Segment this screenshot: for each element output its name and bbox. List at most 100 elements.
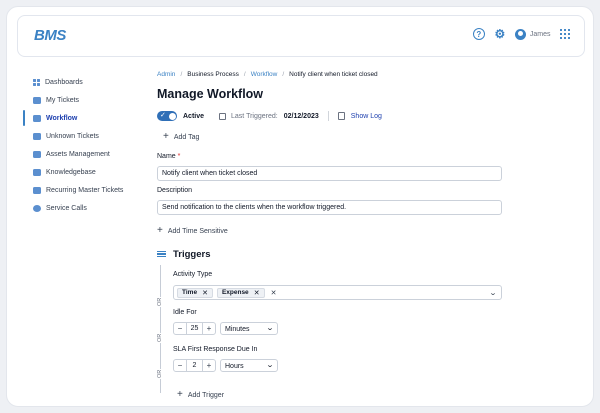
triggers-title: Triggers [173, 248, 211, 260]
breadcrumb-business-process[interactable]: Business Process [187, 71, 239, 78]
recurring-icon [33, 186, 41, 194]
sla-first-response-unit-select[interactable]: Hours ⌄ [220, 359, 278, 372]
activity-type-label: Activity Type [173, 271, 213, 278]
idle-for-unit-select[interactable]: Minutes ⌄ [220, 322, 278, 335]
add-time-sensitive-button[interactable]: + Add Time Sensitive [157, 225, 502, 237]
chip-label: Expense [221, 289, 249, 296]
app-logo[interactable]: BMS [34, 27, 66, 44]
chip-expense: Expense ✕ [216, 287, 265, 298]
workflow-status-row: ✓ Active Last Triggered: 02/12/2023 Show… [157, 110, 502, 122]
add-time-sensitive-label: Add Time Sensitive [167, 227, 228, 235]
sidebar-item-knowledgebase[interactable]: Knowledgebase [23, 163, 133, 181]
add-tag-button[interactable]: + Add Tag [163, 131, 502, 143]
avatar [514, 28, 526, 40]
plus-icon: + [157, 225, 163, 236]
sidebar-item-recurring-master-tickets[interactable]: Recurring Master Tickets [23, 181, 133, 199]
service-call-icon [33, 204, 41, 212]
sidebar-item-label: Unknown Tickets [46, 132, 99, 140]
idle-for-label: Idle For [173, 309, 197, 316]
ticket-icon [33, 96, 41, 104]
sidebar-item-label: Dashboards [45, 78, 83, 86]
help-icon[interactable]: ? [472, 28, 485, 40]
settings-gear-icon[interactable]: ⚙ [494, 27, 506, 41]
sidebar-item-label: Assets Management [46, 150, 110, 158]
sidebar-item-unknown-tickets[interactable]: Unknown Tickets [23, 127, 133, 145]
workflow-icon [33, 114, 41, 122]
unknown-ticket-icon [33, 132, 41, 140]
plus-icon: + [177, 389, 183, 400]
activity-type-multiselect[interactable]: Time ✕ Expense ✕ ✕ ⌄ [173, 285, 502, 300]
assets-icon [33, 150, 41, 158]
sidebar-item-label: My Tickets [46, 96, 80, 104]
clear-selection-icon[interactable]: ✕ [271, 289, 277, 297]
sla-first-response-value[interactable]: 2 [186, 360, 203, 371]
chevron-down-icon: ⌄ [265, 362, 275, 369]
chip-time: Time ✕ [177, 287, 213, 298]
log-icon [337, 112, 345, 120]
sidebar-item-label: Service Calls [46, 204, 87, 212]
active-toggle[interactable]: ✓ [157, 111, 177, 121]
idle-for-value[interactable]: 25 [186, 323, 203, 334]
calendar-icon [219, 112, 227, 120]
divider [327, 111, 329, 121]
sla-first-response-stepper: − 2 + [173, 359, 216, 372]
active-label: Active [183, 112, 205, 120]
plus-icon: + [163, 131, 169, 142]
app-window: BMS ? ⚙ James Dashboards My Tickets Work… [6, 6, 594, 407]
sidebar-nav: Dashboards My Tickets Workflow Unknown T… [23, 73, 133, 217]
book-icon [33, 168, 41, 176]
description-field[interactable]: Send notification to the clients when th… [157, 200, 502, 215]
chevron-down-icon[interactable]: ⌄ [489, 289, 497, 297]
breadcrumb: Admin / Business Process / Workflow / No… [157, 69, 502, 79]
add-tag-label: Add Tag [173, 133, 200, 141]
sidebar-item-label: Knowledgebase [46, 168, 96, 176]
top-header: BMS ? ⚙ James [17, 15, 585, 57]
show-log-link[interactable]: Show Log [351, 113, 382, 120]
sidebar-item-workflow[interactable]: Workflow [23, 109, 133, 127]
dashboard-icon [33, 78, 40, 86]
increment-button[interactable]: + [203, 361, 215, 370]
sidebar-item-service-calls[interactable]: Service Calls [23, 199, 133, 217]
triggers-list: OR OR OR Activity Type Time ✕ Expense ✕ … [157, 265, 502, 400]
page-title: Manage Workflow [157, 87, 264, 101]
description-label: Description [157, 187, 193, 194]
remove-chip-icon[interactable]: ✕ [254, 289, 260, 297]
decrement-button[interactable]: − [174, 324, 186, 333]
breadcrumb-separator: / [243, 70, 246, 78]
sidebar-item-dashboards[interactable]: Dashboards [23, 73, 133, 91]
or-label: OR [157, 297, 164, 307]
breadcrumb-separator: / [282, 70, 285, 78]
chip-label: Time [182, 289, 198, 296]
triggers-header: Triggers [157, 248, 502, 260]
breadcrumb-workflow[interactable]: Workflow [251, 71, 278, 78]
add-trigger-button[interactable]: + Add Trigger [177, 390, 224, 400]
name-field[interactable]: Notify client when ticket closed [157, 166, 502, 181]
user-menu[interactable]: James [514, 28, 551, 40]
increment-button[interactable]: + [203, 324, 215, 333]
apps-grid-icon[interactable] [559, 28, 570, 40]
breadcrumb-separator: / [180, 70, 183, 78]
decrement-button[interactable]: − [174, 361, 186, 370]
toggle-check-icon: ✓ [160, 112, 166, 119]
add-trigger-label: Add Trigger [187, 391, 225, 399]
sidebar-item-label: Recurring Master Tickets [46, 186, 124, 194]
user-name: James [529, 30, 551, 38]
idle-for-stepper: − 25 + [173, 322, 216, 335]
main-content: Admin / Business Process / Workflow / No… [157, 69, 502, 400]
select-value: Hours [225, 362, 244, 370]
sidebar-item-label: Workflow [46, 114, 78, 122]
breadcrumb-admin[interactable]: Admin [157, 71, 175, 78]
last-triggered-label: Last Triggered: [231, 112, 278, 120]
header-actions: ? ⚙ James [472, 27, 570, 41]
remove-chip-icon[interactable]: ✕ [202, 289, 208, 297]
or-label: OR [157, 369, 164, 379]
last-triggered-value: 02/12/2023 [283, 112, 319, 120]
sla-first-response-label: SLA First Response Due In [173, 346, 258, 353]
or-label: OR [157, 333, 164, 343]
breadcrumb-current: Notify client when ticket closed [289, 70, 378, 78]
required-mark: * [177, 153, 181, 160]
sidebar-item-assets-management[interactable]: Assets Management [23, 145, 133, 163]
name-label-text: Name [157, 153, 176, 160]
sidebar-item-my-tickets[interactable]: My Tickets [23, 91, 133, 109]
name-label: Name * [157, 153, 502, 162]
